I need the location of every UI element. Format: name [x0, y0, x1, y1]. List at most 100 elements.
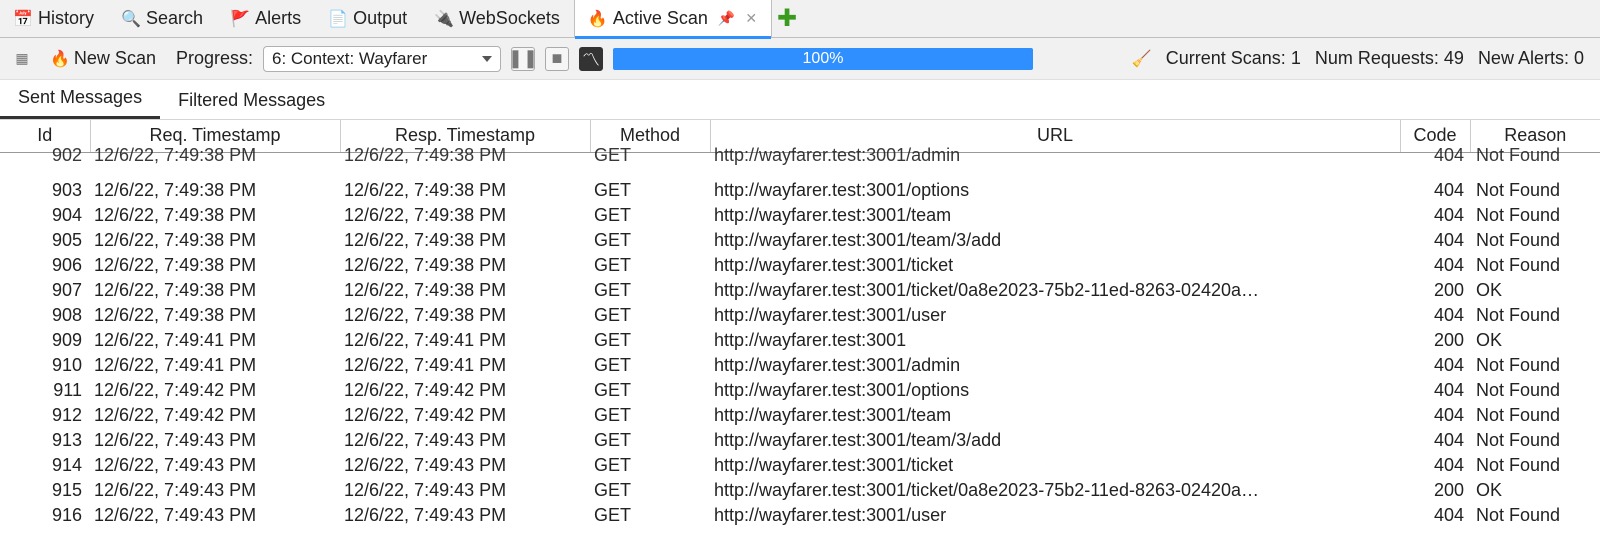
- cell-resp: 12/6/22, 7:49:38 PM: [340, 303, 590, 328]
- table-row[interactable]: 91212/6/22, 7:49:42 PM12/6/22, 7:49:42 P…: [0, 403, 1600, 428]
- add-tab-button[interactable]: ✚: [772, 4, 802, 33]
- tab-label: History: [38, 8, 94, 29]
- cell-id: 913: [0, 428, 90, 453]
- table-row[interactable]: 91412/6/22, 7:49:43 PM12/6/22, 7:49:43 P…: [0, 453, 1600, 478]
- cell-reason: OK: [1470, 278, 1600, 303]
- tab-search[interactable]: 🔍 Search: [108, 0, 217, 37]
- cell-code: 200: [1400, 278, 1470, 303]
- cell-req: 12/6/22, 7:49:38 PM: [90, 278, 340, 303]
- plug-icon: 🔌: [435, 10, 453, 28]
- cell-req: 12/6/22, 7:49:43 PM: [90, 428, 340, 453]
- table-row[interactable]: 90712/6/22, 7:49:38 PM12/6/22, 7:49:38 P…: [0, 278, 1600, 303]
- cell-req: 12/6/22, 7:49:38 PM: [90, 253, 340, 278]
- cell-reason: Not Found: [1470, 228, 1600, 253]
- cell-reason: Not Found: [1470, 142, 1600, 168]
- current-scans: Current Scans: 1: [1166, 48, 1301, 69]
- cell-reason: Not Found: [1470, 503, 1600, 528]
- cell-code: 404: [1400, 453, 1470, 478]
- cell-id: 915: [0, 478, 90, 503]
- tab-alerts[interactable]: 🚩 Alerts: [217, 0, 315, 37]
- cell-code: 404: [1400, 178, 1470, 203]
- table-row[interactable]: 91512/6/22, 7:49:43 PM12/6/22, 7:49:43 P…: [0, 478, 1600, 503]
- cell-resp: 12/6/22, 7:49:38 PM: [340, 142, 590, 168]
- cell-resp: 12/6/22, 7:49:43 PM: [340, 503, 590, 528]
- cell-id: 916: [0, 503, 90, 528]
- cell-resp: 12/6/22, 7:49:38 PM: [340, 253, 590, 278]
- cell-url: http://wayfarer.test:3001/user: [710, 303, 1400, 328]
- new-scan-label: New Scan: [74, 48, 156, 69]
- tab-label: Active Scan: [613, 8, 708, 29]
- cell-resp: 12/6/22, 7:49:41 PM: [340, 353, 590, 378]
- cell-req: 12/6/22, 7:49:42 PM: [90, 378, 340, 403]
- tab-label: WebSockets: [459, 8, 560, 29]
- cell-method: GET: [590, 378, 710, 403]
- table-row[interactable]: 90312/6/22, 7:49:38 PM12/6/22, 7:49:38 P…: [0, 178, 1600, 203]
- fire-icon: 🔥: [50, 49, 70, 69]
- cell-method: GET: [590, 278, 710, 303]
- tab-output[interactable]: 📄 Output: [315, 0, 421, 37]
- messages-table: Id Req. Timestamp Resp. Timestamp Method…: [0, 120, 1600, 528]
- table-row[interactable]: 90512/6/22, 7:49:38 PM12/6/22, 7:49:38 P…: [0, 228, 1600, 253]
- table-row[interactable]: 90612/6/22, 7:49:38 PM12/6/22, 7:49:38 P…: [0, 253, 1600, 278]
- tab-history[interactable]: 📅 History: [0, 0, 108, 37]
- search-icon: 🔍: [122, 10, 140, 28]
- cell-reason: Not Found: [1470, 303, 1600, 328]
- cell-resp: 12/6/22, 7:49:38 PM: [340, 203, 590, 228]
- cell-url: http://wayfarer.test:3001/team/3/add: [710, 428, 1400, 453]
- pin-icon[interactable]: 📌: [718, 10, 735, 27]
- cell-reason: OK: [1470, 478, 1600, 503]
- tab-websockets[interactable]: 🔌 WebSockets: [421, 0, 574, 37]
- table-row[interactable]: 90812/6/22, 7:49:38 PM12/6/22, 7:49:38 P…: [0, 303, 1600, 328]
- messages-table-wrap: Id Req. Timestamp Resp. Timestamp Method…: [0, 120, 1600, 528]
- table-row[interactable]: 90912/6/22, 7:49:41 PM12/6/22, 7:49:41 P…: [0, 328, 1600, 353]
- cell-id: 902: [0, 142, 90, 168]
- cell-id: 906: [0, 253, 90, 278]
- subtab-filtered-messages[interactable]: Filtered Messages: [160, 82, 343, 119]
- cell-url: http://wayfarer.test:3001/team/3/add: [710, 228, 1400, 253]
- cell-url: http://wayfarer.test:3001/options: [710, 178, 1400, 203]
- cell-resp: 12/6/22, 7:49:38 PM: [340, 178, 590, 203]
- cell-method: GET: [590, 328, 710, 353]
- chart-icon: 〽: [582, 46, 600, 72]
- cell-reason: OK: [1470, 328, 1600, 353]
- settings-button[interactable]: ▦: [8, 45, 36, 73]
- cell-req: 12/6/22, 7:49:38 PM: [90, 178, 340, 203]
- table-row[interactable]: 91312/6/22, 7:49:43 PM12/6/22, 7:49:43 P…: [0, 428, 1600, 453]
- cell-id: 910: [0, 353, 90, 378]
- cell-id: 909: [0, 328, 90, 353]
- cell-req: 12/6/22, 7:49:38 PM: [90, 303, 340, 328]
- table-row[interactable]: 91112/6/22, 7:49:42 PM12/6/22, 7:49:42 P…: [0, 378, 1600, 403]
- progress-selected: 6: Context: Wayfarer: [272, 49, 427, 69]
- new-scan-button[interactable]: 🔥 New Scan: [46, 46, 160, 71]
- progress-select[interactable]: 6: Context: Wayfarer: [263, 46, 501, 72]
- cell-id: 903: [0, 178, 90, 203]
- table-row[interactable]: 90412/6/22, 7:49:38 PM12/6/22, 7:49:38 P…: [0, 203, 1600, 228]
- progress-label: Progress:: [176, 48, 253, 69]
- cell-url: http://wayfarer.test:3001/ticket: [710, 253, 1400, 278]
- subtab-sent-messages[interactable]: Sent Messages: [0, 79, 160, 119]
- cell-resp: 12/6/22, 7:49:43 PM: [340, 453, 590, 478]
- table-row[interactable]: 91012/6/22, 7:49:41 PM12/6/22, 7:49:41 P…: [0, 353, 1600, 378]
- table-row[interactable]: 91612/6/22, 7:49:43 PM12/6/22, 7:49:43 P…: [0, 503, 1600, 528]
- chart-button[interactable]: 〽: [579, 47, 603, 71]
- tab-active-scan[interactable]: 🔥 Active Scan 📌 ✕: [574, 0, 772, 37]
- cell-code: 404: [1400, 428, 1470, 453]
- table-row[interactable]: 90212/6/22, 7:49:38 PM12/6/22, 7:49:38 P…: [0, 152, 1600, 178]
- broom-icon[interactable]: 🧹: [1132, 49, 1152, 69]
- tab-label: Search: [146, 8, 203, 29]
- progress-pct: 100%: [803, 50, 844, 68]
- cell-url: http://wayfarer.test:3001/team: [710, 403, 1400, 428]
- tab-label: Alerts: [255, 8, 301, 29]
- fire-icon: 🔥: [589, 10, 607, 28]
- cell-code: 404: [1400, 203, 1470, 228]
- cell-method: GET: [590, 428, 710, 453]
- cell-url: http://wayfarer.test:3001/ticket/0a8e202…: [710, 278, 1400, 303]
- tabs-bar: 📅 History 🔍 Search 🚩 Alerts 📄 Output 🔌 W…: [0, 0, 1600, 38]
- cell-req: 12/6/22, 7:49:43 PM: [90, 478, 340, 503]
- cell-code: 404: [1400, 228, 1470, 253]
- close-icon[interactable]: ✕: [745, 10, 757, 27]
- pause-button[interactable]: ❚❚: [511, 47, 535, 71]
- stop-button[interactable]: ■: [545, 47, 569, 71]
- cell-resp: 12/6/22, 7:49:38 PM: [340, 278, 590, 303]
- tab-label: Output: [353, 8, 407, 29]
